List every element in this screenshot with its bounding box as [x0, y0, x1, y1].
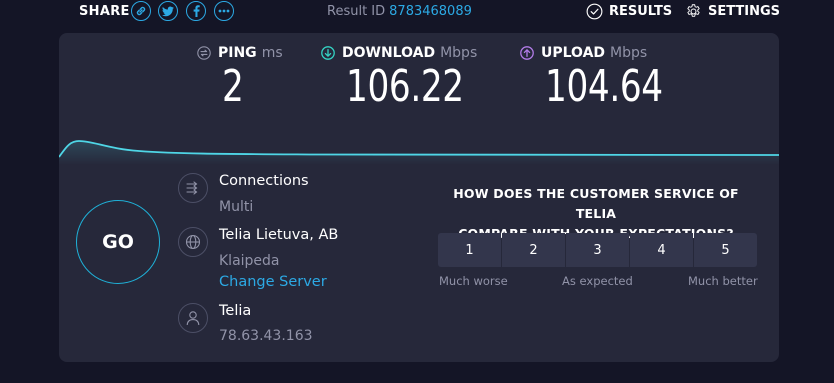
- connections-icon-wrap: [178, 173, 208, 203]
- share-link-button[interactable]: [131, 1, 151, 21]
- result-id: Result ID 8783468089: [327, 4, 472, 19]
- download-label: DOWNLOAD: [342, 45, 436, 61]
- speed-graph: [59, 140, 779, 165]
- rating-button-1[interactable]: 1: [438, 233, 501, 267]
- survey-question-line1: HOW DOES THE CUSTOMER SERVICE OF TELIA: [453, 186, 739, 221]
- share-facebook-button[interactable]: [186, 1, 206, 21]
- results-panel: PING ms 2 DOWNLOAD Mbps 106.22 UPLOAD Mb…: [59, 33, 779, 362]
- server-icon-wrap: [178, 227, 208, 257]
- rating-button-4[interactable]: 4: [630, 233, 693, 267]
- rating-high-label: Much better: [688, 274, 758, 288]
- rating-button-2[interactable]: 2: [502, 233, 565, 267]
- link-icon: [136, 6, 146, 16]
- provider-icon-wrap: [178, 303, 208, 333]
- go-button[interactable]: GO: [76, 200, 160, 284]
- rating-mid-label: As expected: [562, 274, 633, 288]
- upload-arrow-icon: [520, 46, 534, 60]
- ping-value: 2: [222, 61, 244, 112]
- globe-icon: [185, 234, 201, 250]
- rating-low-label: Much worse: [439, 274, 508, 288]
- upload-label: UPLOAD: [541, 45, 606, 61]
- share-more-button[interactable]: [214, 1, 234, 21]
- ping-unit: ms: [261, 45, 283, 61]
- ping-label: PING: [218, 45, 257, 61]
- upload-unit: Mbps: [610, 45, 648, 61]
- rating-button-3[interactable]: 3: [566, 233, 629, 267]
- connections-title: Connections: [219, 173, 309, 189]
- connections-icon: [186, 181, 198, 195]
- result-id-value[interactable]: 8783468089: [389, 4, 472, 19]
- results-label: RESULTS: [609, 4, 673, 19]
- server-location: Klaipeda: [219, 253, 280, 269]
- download-header: DOWNLOAD Mbps: [321, 45, 497, 61]
- upload-header: UPLOAD Mbps: [520, 45, 696, 61]
- provider-name: Telia: [219, 303, 252, 319]
- twitter-icon: [162, 5, 174, 16]
- share-label: SHARE: [79, 4, 130, 19]
- rating-button-5[interactable]: 5: [694, 233, 757, 267]
- share-twitter-button[interactable]: [158, 1, 178, 21]
- check-circle-icon: [586, 3, 603, 20]
- ping-icon: [197, 46, 211, 60]
- facebook-icon: [193, 5, 200, 17]
- download-unit: Mbps: [440, 45, 478, 61]
- download-value: 106.22: [346, 61, 464, 112]
- connections-value: Multi: [219, 199, 254, 215]
- settings-label: SETTINGS: [708, 4, 781, 19]
- ping-metric: PING ms 2: [197, 45, 283, 113]
- rating-scale: 1 2 3 4 5: [438, 233, 757, 267]
- download-metric: DOWNLOAD Mbps 106.22: [321, 45, 497, 113]
- upload-metric: UPLOAD Mbps 104.64: [520, 45, 696, 113]
- settings-button[interactable]: SETTINGS: [685, 3, 780, 20]
- server-name: Telia Lietuva, AB: [219, 227, 339, 243]
- user-icon: [186, 311, 200, 326]
- results-button[interactable]: RESULTS: [586, 3, 672, 20]
- change-server-link[interactable]: Change Server: [219, 274, 327, 290]
- download-arrow-icon: [321, 46, 335, 60]
- upload-value: 104.64: [545, 61, 663, 112]
- ping-header: PING ms: [197, 45, 283, 61]
- provider-ip: 78.63.43.163: [219, 328, 313, 344]
- result-id-label: Result ID: [327, 4, 386, 19]
- more-icon: [218, 9, 230, 13]
- gear-icon: [687, 4, 700, 17]
- top-bar: SHARE Result ID 8783468089 RESULTS SETTI…: [0, 0, 834, 24]
